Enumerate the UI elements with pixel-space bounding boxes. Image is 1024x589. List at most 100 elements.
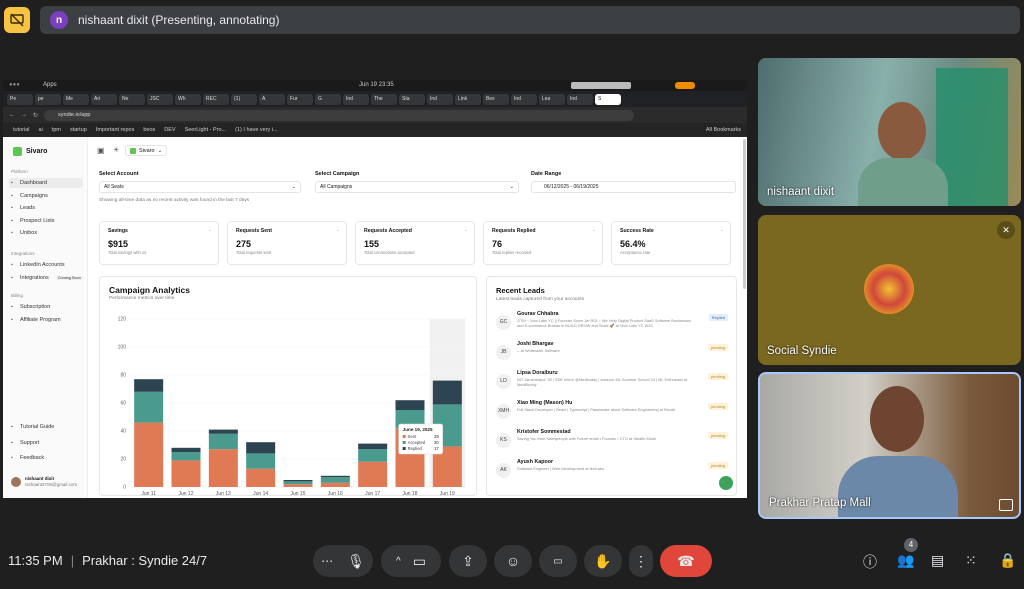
browser-tab[interactable]: Ind — [427, 93, 453, 105]
bar-accepted[interactable] — [134, 391, 164, 423]
back-icon[interactable]: ← — [9, 112, 15, 118]
sidebar-item-unibox[interactable]: ▪ Unibox — [9, 228, 83, 238]
browser-tab[interactable]: Wh — [175, 93, 201, 105]
browser-tab[interactable]: Ne — [119, 93, 145, 105]
bar-accepted[interactable] — [208, 433, 238, 450]
scrollbar[interactable] — [743, 139, 746, 289]
bar-replied[interactable] — [320, 475, 350, 478]
bookmark-item[interactable]: (1) I have very i... — [235, 127, 278, 133]
mic-control[interactable]: ⋯ 🎙 — [313, 545, 373, 577]
browser-tab[interactable]: Lea — [539, 93, 565, 105]
all-bookmarks[interactable]: All Bookmarks — [706, 127, 741, 133]
bar-sent[interactable] — [171, 460, 201, 487]
account-select[interactable]: All Seats ⌄ — [99, 181, 301, 193]
bar-sent[interactable] — [208, 449, 238, 487]
browser-tab[interactable]: (1) — [231, 93, 257, 105]
participant-tile[interactable]: nishaant dixit — [758, 58, 1021, 206]
bookmark-item[interactable]: startup — [70, 127, 87, 133]
bar-sent[interactable] — [358, 461, 388, 487]
bar-replied[interactable] — [246, 442, 276, 454]
bar-accepted[interactable] — [283, 481, 313, 485]
bar-replied[interactable] — [358, 443, 388, 450]
browser-tab[interactable]: The — [371, 93, 397, 105]
campaign-select[interactable]: All Campaigns ⌄ — [315, 181, 519, 193]
more-audio-icon[interactable]: ⋯ — [321, 554, 333, 568]
browser-tab[interactable]: pe — [35, 93, 61, 105]
mic-icon[interactable]: 🎙 — [347, 553, 365, 570]
bar-accepted[interactable] — [171, 452, 201, 461]
list-item[interactable]: XMH Xiao Ming (Mason) Hu Full Stack Develo… — [496, 400, 730, 426]
bar-sent[interactable] — [246, 468, 276, 487]
raise-hand-button[interactable]: ✋ — [584, 545, 622, 577]
browser-tab[interactable]: G — [315, 93, 341, 105]
host-controls-icon[interactable]: 🔒 — [999, 552, 1016, 569]
theme-icon[interactable]: ☀ — [113, 146, 119, 154]
browser-tab[interactable]: Link — [455, 93, 481, 105]
browser-tab[interactable]: Ari — [91, 93, 117, 105]
date-range-picker[interactable]: 06/12/2025 - 06/19/2025 — [531, 181, 736, 193]
participant-tile[interactable]: ✕ Social Syndie — [758, 215, 1021, 365]
sidebar-item-leads[interactable]: ▪ Leads — [9, 203, 83, 213]
bookmark-item[interactable]: Important repos — [96, 127, 135, 133]
sidebar-item-tutorial-guide[interactable]: ▪ Tutorial Guide — [9, 422, 83, 432]
browser-tab[interactable]: JSC — [147, 93, 173, 105]
browser-tab[interactable]: Fur — [287, 93, 313, 105]
browser-tab[interactable]: Pe — [7, 93, 33, 105]
sidebar-item-linkedin-accounts[interactable]: ▪ LinkedIn Accounts — [9, 260, 83, 270]
bar-accepted[interactable] — [246, 453, 276, 469]
list-item[interactable]: KS Kristofer Sommestad Saving You from Sal… — [496, 429, 730, 455]
bar-replied[interactable] — [134, 379, 164, 392]
bar-accepted[interactable] — [320, 477, 350, 483]
browser-tab[interactable]: REC — [203, 93, 229, 105]
stop-presenting-button[interactable] — [4, 7, 30, 33]
forward-icon[interactable]: → — [21, 112, 27, 118]
chat-fab-button[interactable] — [719, 476, 733, 490]
sidebar-item-dashboard[interactable]: ▪ Dashboard — [9, 178, 83, 188]
leave-call-button[interactable]: ☎ — [660, 545, 712, 577]
camera-control[interactable]: ^ ▭ — [381, 545, 441, 577]
sidebar-item-integrations[interactable]: ▪ Integrations Coming Soon — [9, 273, 83, 283]
bar-accepted[interactable] — [358, 449, 388, 462]
bookmark-item[interactable]: DEV — [164, 127, 175, 133]
reactions-button[interactable]: ☺ — [494, 545, 532, 577]
bookmark-item[interactable]: tutorial — [13, 127, 30, 133]
chat-icon[interactable]: ▤ — [931, 552, 944, 569]
list-item[interactable]: AK Ayush Kapoor Software Engineer | Web De… — [496, 459, 730, 485]
bar-sent[interactable] — [320, 482, 350, 487]
present-button[interactable]: ⇪ — [449, 545, 487, 577]
workspace-switcher[interactable]: Sivaro ⌄ — [125, 145, 168, 156]
sidebar-item-affiliate-program[interactable]: ▪ Affiliate Program — [9, 315, 83, 325]
browser-tab[interactable]: Ind — [343, 93, 369, 105]
bookmark-item[interactable]: ai — [39, 127, 43, 133]
browser-tab[interactable]: A — [259, 93, 285, 105]
people-icon[interactable]: 👥 — [897, 552, 914, 569]
list-item[interactable]: LD Lipsa Doraiburu NIT Jamshedpur '25 | SD… — [496, 370, 730, 396]
bar-replied[interactable] — [432, 380, 462, 405]
list-item[interactable]: GC Gourav Chhabra GTM ~ Viva Labs YC || Fo… — [496, 311, 730, 337]
bar-replied[interactable] — [283, 480, 313, 482]
bookmark-item[interactable]: tpm — [52, 127, 61, 133]
bookmark-item[interactable]: SeerLight - Pro... — [185, 127, 227, 133]
chevron-up-icon[interactable]: ^ — [396, 556, 401, 567]
camera-icon[interactable]: ▭ — [413, 553, 426, 570]
browser-tab[interactable]: Me — [63, 93, 89, 105]
brand-logo[interactable]: Sivaro — [13, 147, 47, 156]
pip-icon[interactable] — [999, 499, 1013, 511]
sidebar-item-support[interactable]: ▪ Support — [9, 438, 83, 448]
participant-tile-active[interactable]: Prakhar Pratap Mall — [758, 372, 1021, 519]
bookmark-item[interactable]: beos — [143, 127, 155, 133]
sidebar-item-subscription[interactable]: ▪ Subscription — [9, 302, 83, 312]
reload-icon[interactable]: ↻ — [33, 112, 38, 119]
activities-icon[interactable]: ⁙ — [965, 552, 977, 569]
browser-tab[interactable]: Bes — [483, 93, 509, 105]
browser-tab[interactable]: Ind — [567, 93, 593, 105]
sidebar-item-feedback[interactable]: ▪ Feedback — [9, 453, 83, 463]
bar-sent[interactable] — [283, 484, 313, 487]
bar-sent[interactable] — [134, 422, 164, 487]
sidebar-item-prospect-lists[interactable]: ▪ Prospect Lists — [9, 216, 83, 226]
bar-replied[interactable] — [171, 447, 201, 452]
info-icon[interactable]: ⓘ — [863, 552, 877, 572]
bar-replied[interactable] — [395, 400, 425, 410]
more-options-button[interactable]: ⋮ — [629, 545, 653, 577]
browser-tab[interactable]: Sta — [399, 93, 425, 105]
